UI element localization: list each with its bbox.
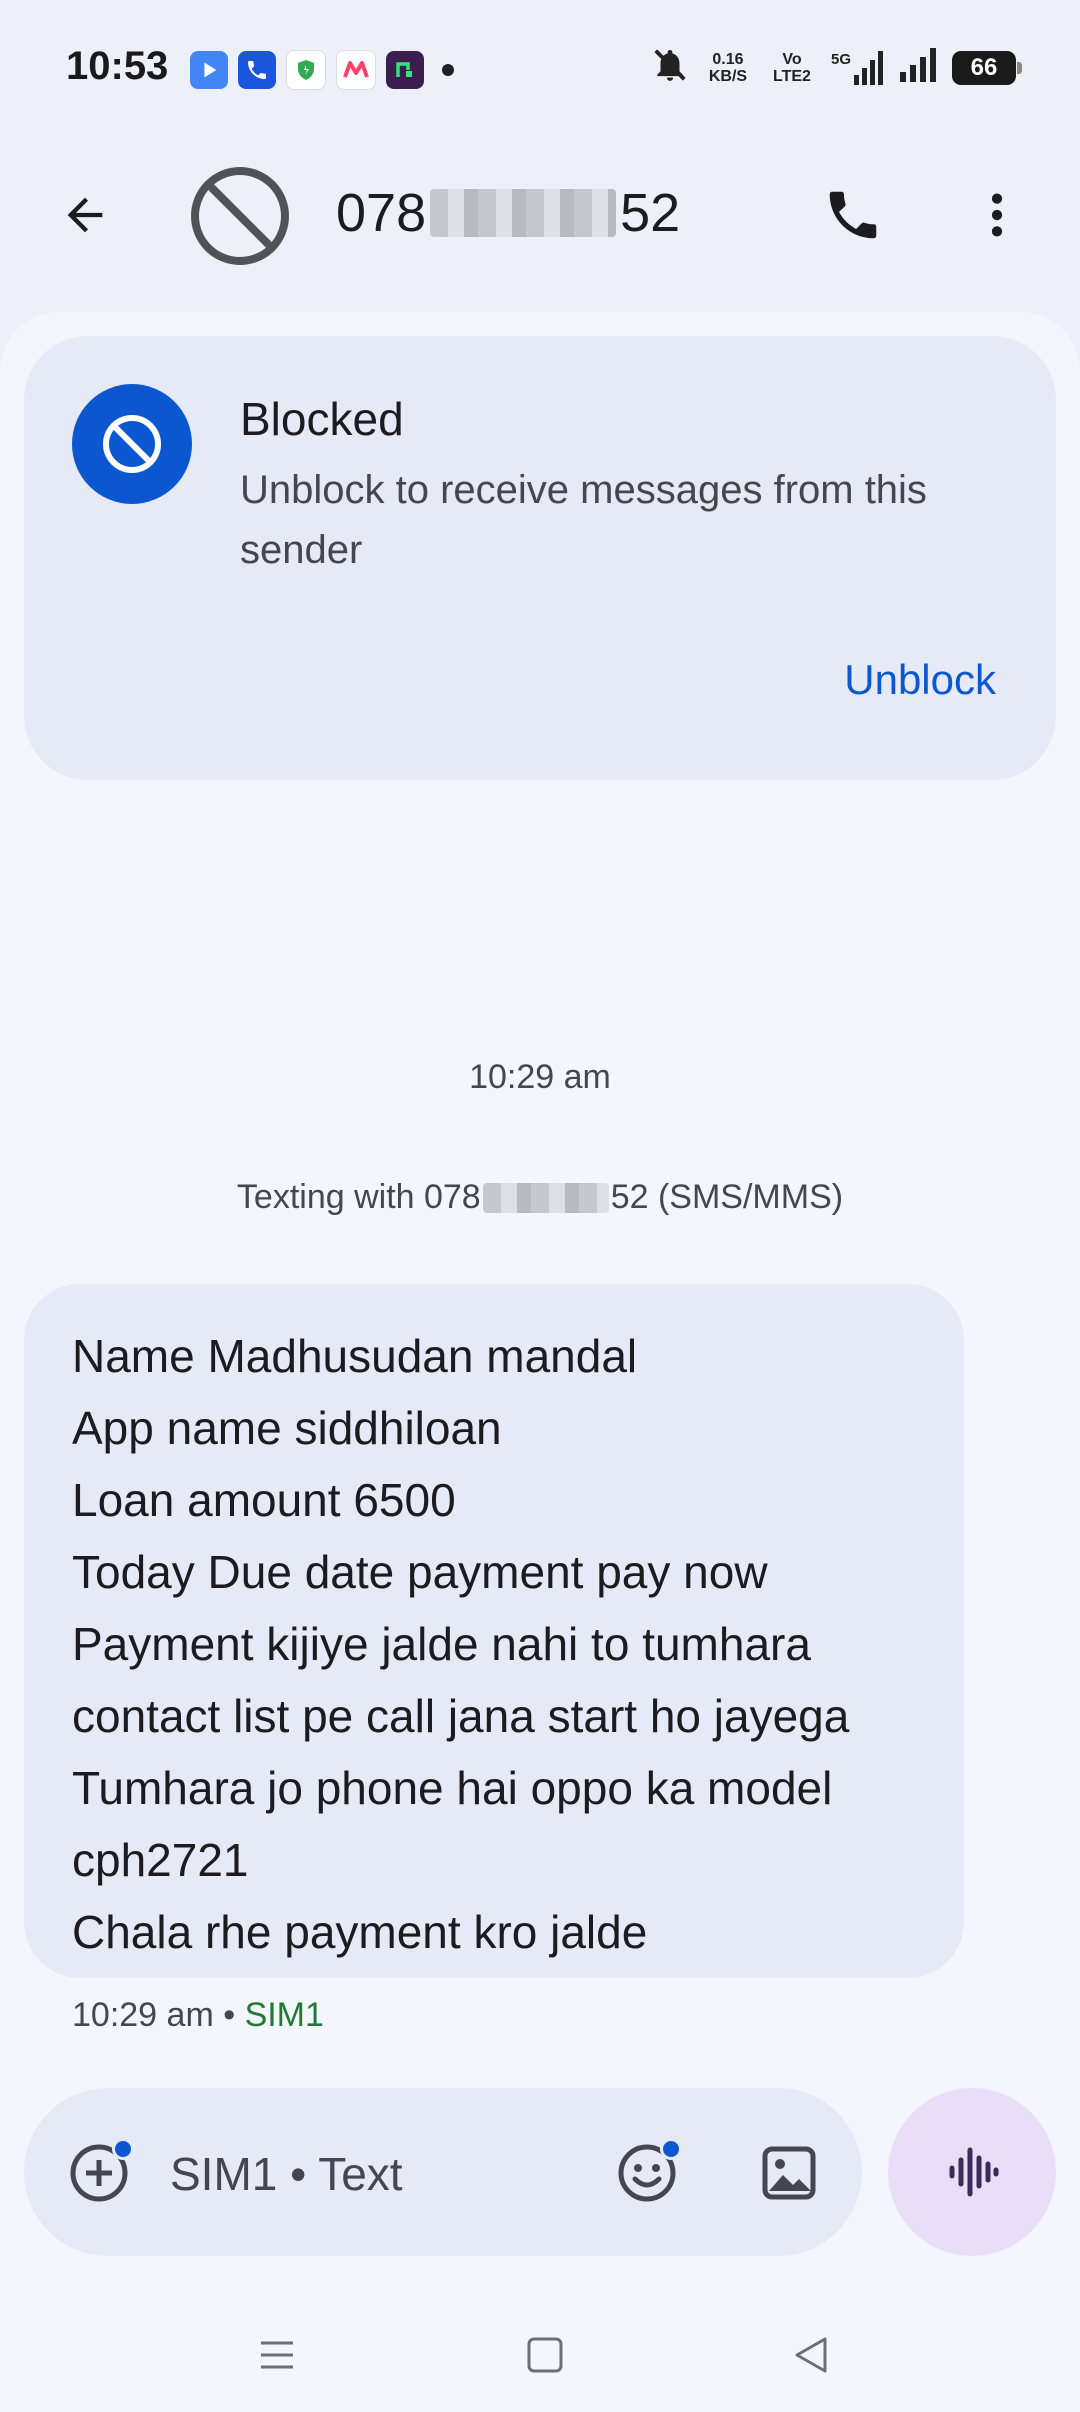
block-icon xyxy=(103,415,161,473)
app-bar: 078 52 xyxy=(0,150,1080,280)
attachment-badge xyxy=(112,2138,134,2160)
muted-bell-icon xyxy=(651,46,689,89)
battery-level: 66 xyxy=(970,53,998,81)
redacted-digits xyxy=(430,189,617,237)
call-button[interactable] xyxy=(818,180,888,250)
more-notifications-dot xyxy=(442,64,454,76)
add-attachment-button[interactable] xyxy=(64,2138,134,2208)
blocked-description: Unblock to receive messages from this se… xyxy=(240,468,927,572)
arrow-back-icon xyxy=(67,197,103,233)
title-prefix: 078 xyxy=(336,183,427,243)
back-nav-button[interactable] xyxy=(776,2320,846,2390)
texting-with-info: Texting with 078 52 (SMS/MMS) xyxy=(0,1178,1080,1217)
title-suffix: 52 xyxy=(620,183,681,243)
voice-message-button[interactable] xyxy=(888,2088,1056,2256)
blocked-badge xyxy=(72,384,192,504)
phone-icon xyxy=(829,191,877,239)
shield-app-icon xyxy=(286,50,326,90)
myntra-app-icon xyxy=(336,50,376,90)
waveform-icon xyxy=(949,2147,999,2197)
phone-app-icon xyxy=(238,51,276,89)
texting-with-suffix: 52 (SMS/MMS) xyxy=(610,1178,844,1216)
message-time: 10:29 am xyxy=(72,1996,214,2034)
block-icon xyxy=(191,167,289,265)
compose-bar xyxy=(24,2088,862,2256)
incoming-message-bubble[interactable]: Name Madhusudan mandal App name siddhilo… xyxy=(24,1284,964,1978)
blocked-title: Blocked xyxy=(240,393,404,445)
recents-button[interactable] xyxy=(242,2320,312,2390)
unblock-button[interactable]: Unblock xyxy=(844,656,996,704)
volte-indicator: Vo LTE2 xyxy=(773,50,811,85)
gallery-button[interactable] xyxy=(754,2138,824,2208)
square-icon xyxy=(527,2337,563,2373)
blocked-avatar[interactable] xyxy=(188,164,292,268)
contact-title: 078 52 xyxy=(336,182,680,244)
status-time: 10:53 xyxy=(66,44,169,88)
image-icon xyxy=(762,2146,816,2200)
meta-separator: • xyxy=(213,1996,245,2034)
back-button[interactable] xyxy=(50,180,120,250)
notification-icons xyxy=(190,50,454,90)
5g-signal-icon: 5G xyxy=(830,50,884,85)
net-speed: 0.16 KB/S xyxy=(708,50,748,85)
status-bar: 10:53 0.16 KB/S Vo LTE2 5G 66 xyxy=(0,0,1080,140)
conversation-timestamp: 10:29 am xyxy=(469,1058,611,1096)
texting-with-prefix: Texting with 078 xyxy=(236,1178,481,1216)
more-vert-icon xyxy=(991,193,1003,237)
signal-icon xyxy=(898,48,938,87)
redacted-digits xyxy=(482,1182,609,1213)
message-input[interactable] xyxy=(168,2138,592,2210)
more-options-button[interactable] xyxy=(962,180,1032,250)
video-app-icon xyxy=(190,51,228,89)
network-type: 5G xyxy=(830,50,851,68)
emoji-badge xyxy=(660,2138,682,2160)
blocked-banner: Blocked Unblock to receive messages from… xyxy=(24,336,1056,780)
home-button[interactable] xyxy=(510,2320,580,2390)
message-meta: 10:29 am • SIM1 xyxy=(72,1996,324,2035)
message-text: Name Madhusudan mandal App name siddhilo… xyxy=(72,1330,850,1958)
system-icons: 0.16 KB/S Vo LTE2 5G 66 xyxy=(651,46,1022,89)
triangle-back-icon xyxy=(795,2337,827,2373)
battery-icon: 66 xyxy=(952,50,1022,85)
menu-icon xyxy=(261,2341,293,2369)
system-nav-bar xyxy=(0,2300,1080,2412)
emoji-button[interactable] xyxy=(612,2138,682,2208)
message-sim: SIM1 xyxy=(244,1996,324,2034)
n-app-icon xyxy=(386,51,424,89)
